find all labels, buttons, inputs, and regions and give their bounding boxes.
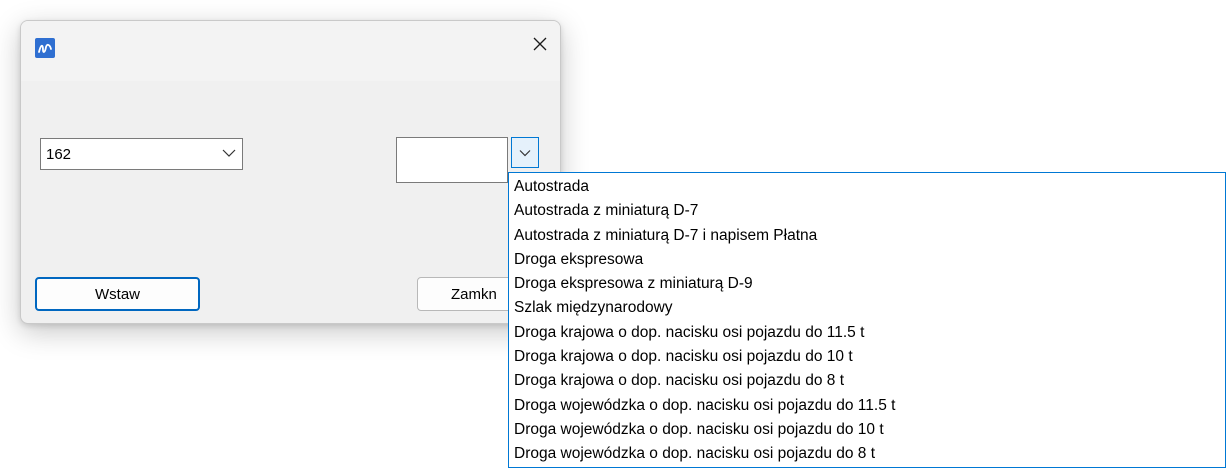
dropdown-item-autostrada-d7-platna[interactable]: Autostrada z miniaturą D-7 i napisem Pła…: [509, 224, 1225, 248]
number-combobox-value: 162: [46, 146, 72, 163]
number-combobox[interactable]: 162: [40, 138, 243, 170]
close-icon: [533, 37, 547, 51]
dropdown-item-wojewodzka-10t[interactable]: Droga wojewódzka o dop. nacisku osi poja…: [509, 418, 1225, 442]
dropdown-item-droga-ekspresowa-d9[interactable]: Droga ekspresowa z miniaturą D-9: [509, 272, 1225, 296]
dropdown-item-krajowa-8t[interactable]: Droga krajowa o dop. nacisku osi pojazdu…: [509, 369, 1225, 393]
road-type-combobox[interactable]: [396, 137, 508, 183]
screen: 162 Wstaw Zamkn Autostrada Autostrada z …: [0, 0, 1227, 472]
close-button[interactable]: [520, 27, 560, 61]
road-type-dropdown-list: Autostrada Autostrada z miniaturą D-7 Au…: [508, 172, 1226, 468]
dropdown-item-droga-ekspresowa[interactable]: Droga ekspresowa: [509, 248, 1225, 272]
insert-button[interactable]: Wstaw: [35, 277, 200, 311]
chevron-down-icon[interactable]: [222, 148, 236, 158]
dropdown-item-wojewodzka-8t[interactable]: Droga wojewódzka o dop. nacisku osi poja…: [509, 442, 1225, 466]
dropdown-item-krajowa-10t[interactable]: Droga krajowa o dop. nacisku osi pojazdu…: [509, 345, 1225, 369]
dialog-window: 162 Wstaw Zamkn: [20, 20, 561, 324]
insert-button-label: Wstaw: [95, 285, 140, 303]
dropdown-item-autostrada[interactable]: Autostrada: [509, 175, 1225, 199]
close-dialog-button-label: Zamkn: [451, 285, 497, 303]
dropdown-item-autostrada-d7[interactable]: Autostrada z miniaturą D-7: [509, 199, 1225, 223]
dropdown-item-wojewodzka-11-5t[interactable]: Droga wojewódzka o dop. nacisku osi poja…: [509, 394, 1225, 418]
chevron-down-icon: [519, 149, 531, 156]
dropdown-item-szlak-miedzynarodowy[interactable]: Szlak międzynarodowy: [509, 296, 1225, 320]
app-icon: [35, 38, 55, 58]
dropdown-item-krajowa-11-5t[interactable]: Droga krajowa o dop. nacisku osi pojazdu…: [509, 321, 1225, 345]
title-bar: [21, 21, 560, 81]
road-type-dropdown-button[interactable]: [511, 137, 539, 168]
